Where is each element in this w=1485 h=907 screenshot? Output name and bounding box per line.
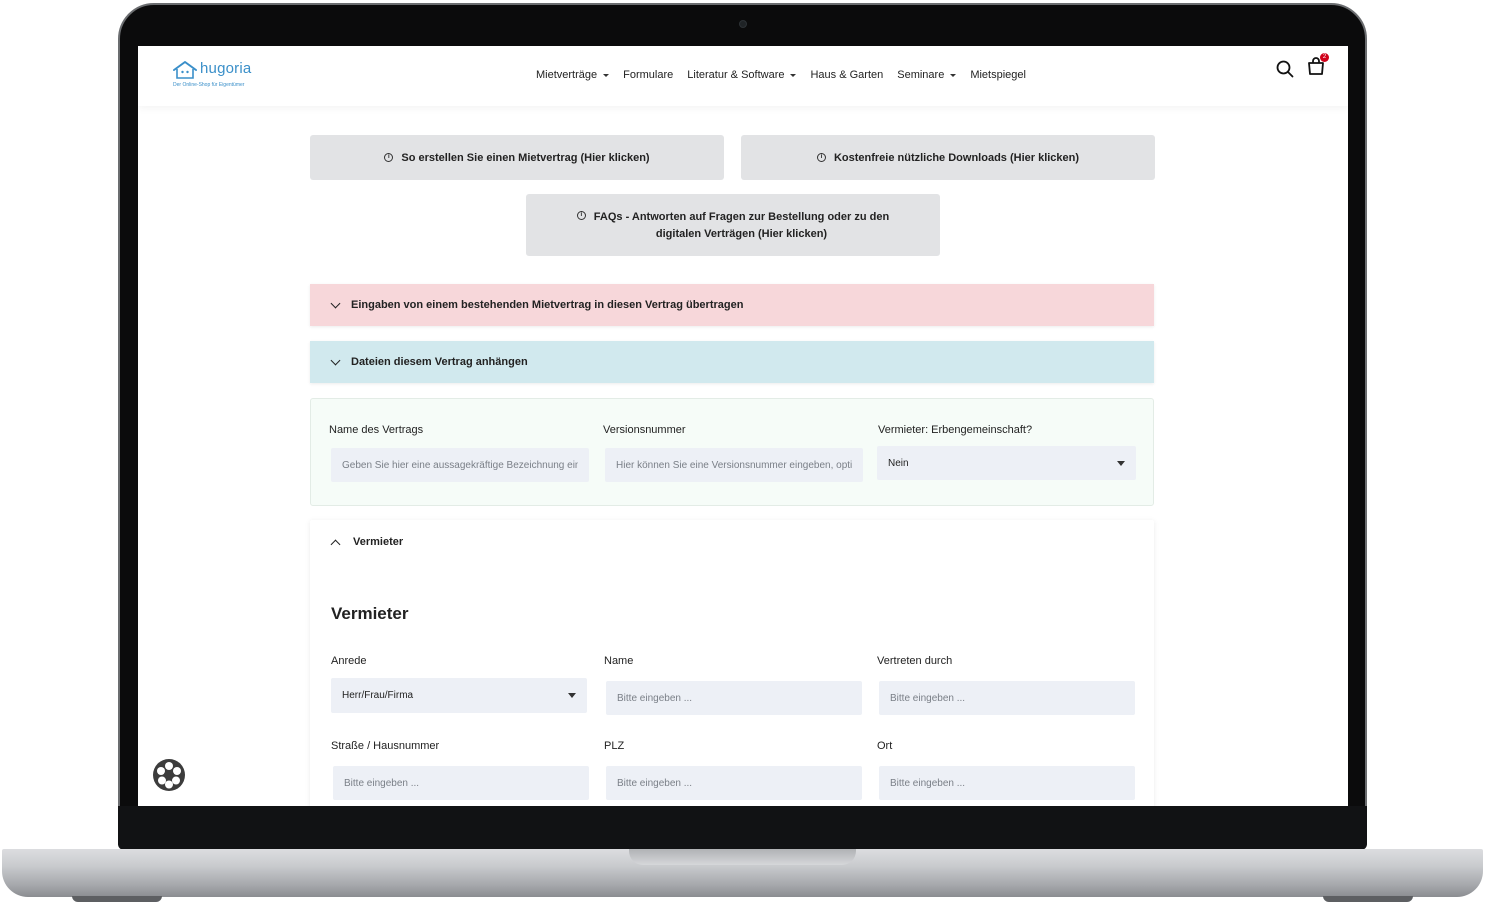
howto-button-label: So erstellen Sie einen Mietvertrag (Hier… xyxy=(401,151,650,164)
cookie-settings-icon[interactable] xyxy=(152,758,186,792)
downloads-button-label: Kostenfreie nützliche Downloads (Hier kl… xyxy=(833,151,1080,164)
house-logo-icon xyxy=(173,61,197,79)
site-header: hugoria Der Online-Shop für Eigentümer M… xyxy=(138,46,1348,106)
camera-icon xyxy=(739,20,747,28)
downloads-button[interactable]: i Kostenfreie nützliche Downloads (Hier … xyxy=(741,135,1155,180)
version-number-label: Versionsnummer xyxy=(603,424,686,436)
caret-down-icon xyxy=(568,693,576,698)
faq-label-line1: FAQs - Antworten auf Fragen zur Bestellu… xyxy=(593,211,890,223)
info-icon: i xyxy=(384,153,394,162)
nav-item-seminare[interactable]: Seminare xyxy=(897,69,957,81)
strasse-input[interactable] xyxy=(333,766,589,800)
vermieter-section-title: Vermieter xyxy=(331,604,409,623)
laptop-notch xyxy=(629,849,856,865)
info-icon: i xyxy=(576,211,586,220)
name-label: Name xyxy=(604,655,634,667)
chevron-down-icon xyxy=(330,298,341,308)
laptop-foot-right xyxy=(1323,896,1413,902)
vertreten-durch-label: Vertreten durch xyxy=(877,655,953,667)
faq-button[interactable]: i FAQs - Antworten auf Fragen zur Bestel… xyxy=(526,194,940,256)
vertreten-durch-input[interactable] xyxy=(879,681,1135,715)
nav-item-label: Mietverträge xyxy=(536,69,598,81)
laptop-foot-left xyxy=(72,896,162,902)
accordion-vermieter-label: Vermieter xyxy=(353,536,404,548)
cart-count-badge: 2 xyxy=(1320,53,1329,62)
nav-item-literatur-software[interactable]: Literatur & Software xyxy=(687,69,797,81)
version-number-input[interactable] xyxy=(605,448,863,482)
accordion-transfer-contract[interactable]: Eingaben von einem bestehenden Mietvertr… xyxy=(310,284,1154,326)
brand-tagline: Der Online-Shop für Eigentümer xyxy=(173,82,245,88)
nav-item-label: Literatur & Software xyxy=(687,69,785,81)
plz-input[interactable] xyxy=(606,766,862,800)
caret-down-icon xyxy=(950,73,957,77)
main-navigation: Mietverträge Formulare Literatur & Softw… xyxy=(536,69,1026,81)
faq-label-line2: digitalen Verträgen (Hier klicken) xyxy=(655,228,828,240)
nav-item-mietspiegel[interactable]: Mietspiegel xyxy=(970,69,1026,81)
ort-label: Ort xyxy=(877,740,893,752)
caret-down-icon xyxy=(603,73,610,77)
brand-name: hugoria xyxy=(200,60,252,77)
vermieter-panel: Vermieter Vermieter Anrede Herr/Frau/Fir… xyxy=(310,520,1154,806)
heirs-community-label: Vermieter: Erbengemeinschaft? xyxy=(878,424,1033,436)
caret-down-icon xyxy=(1117,461,1125,466)
caret-down-icon xyxy=(790,73,797,77)
screen-bezel xyxy=(118,806,1367,850)
ort-input[interactable] xyxy=(879,766,1135,800)
heirs-community-select[interactable]: Nein xyxy=(877,446,1136,480)
info-icon: i xyxy=(816,153,826,162)
heirs-community-value: Nein xyxy=(888,457,909,469)
nav-item-label: Mietspiegel xyxy=(970,69,1026,81)
chevron-up-icon xyxy=(330,539,341,549)
anrede-select[interactable]: Herr/Frau/Firma xyxy=(331,678,587,713)
nav-item-label: Formulare xyxy=(623,69,674,81)
contract-name-input[interactable] xyxy=(331,448,589,482)
nav-item-formulare[interactable]: Formulare xyxy=(623,69,673,81)
accordion-attach-files[interactable]: Dateien diesem Vertrag anhängen xyxy=(310,341,1154,383)
nav-item-label: Seminare xyxy=(897,69,945,81)
laptop-frame: hugoria Der Online-Shop für Eigentümer M… xyxy=(0,0,1485,907)
nav-item-haus-garten[interactable]: Haus & Garten xyxy=(810,69,883,81)
contract-name-label: Name des Vertrags xyxy=(329,424,424,436)
nav-item-mietvertraege[interactable]: Mietverträge xyxy=(536,69,610,81)
accordion-attach-label: Dateien diesem Vertrag anhängen xyxy=(351,356,528,368)
nav-item-label: Haus & Garten xyxy=(810,69,884,81)
faq-button-label: FAQs - Antworten auf Fragen zur Bestellu… xyxy=(594,209,889,243)
accordion-vermieter-header[interactable]: Vermieter xyxy=(330,536,404,549)
strasse-label: Straße / Hausnummer xyxy=(331,740,440,752)
browser-viewport: hugoria Der Online-Shop für Eigentümer M… xyxy=(138,46,1348,806)
anrede-value: Herr/Frau/Firma xyxy=(342,690,414,701)
vermieter-name-input[interactable] xyxy=(606,681,862,715)
contract-details-panel: Name des Vertrags Versionsnummer Vermiet… xyxy=(310,398,1154,506)
accordion-transfer-label: Eingaben von einem bestehenden Mietvertr… xyxy=(351,299,744,311)
search-icon[interactable] xyxy=(1276,60,1294,78)
anrede-label: Anrede xyxy=(331,655,367,667)
brand-logo[interactable]: hugoria Der Online-Shop für Eigentümer xyxy=(172,58,282,92)
chevron-down-icon xyxy=(330,355,341,365)
howto-button[interactable]: i So erstellen Sie einen Mietvertrag (Hi… xyxy=(310,135,724,180)
plz-label: PLZ xyxy=(604,740,625,752)
